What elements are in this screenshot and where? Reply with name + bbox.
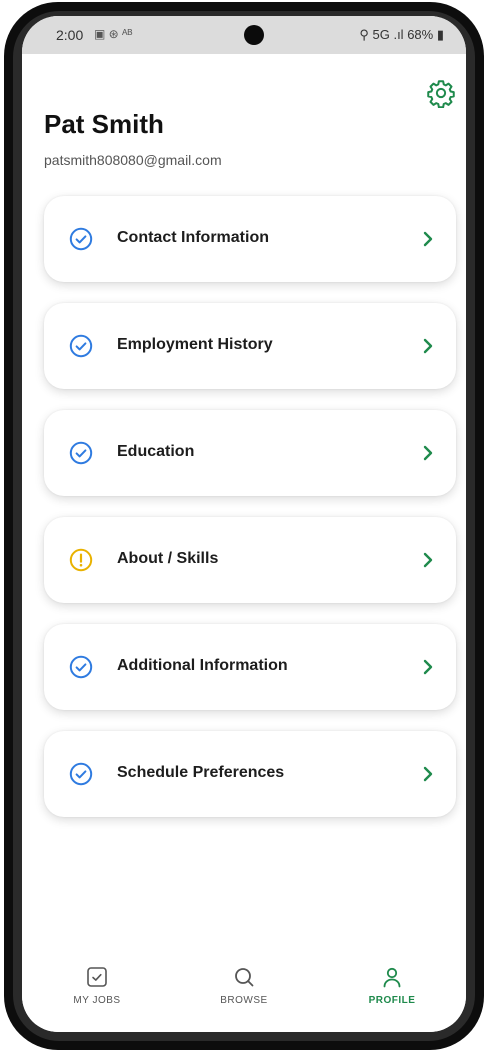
- chevron-right-icon: [423, 231, 433, 247]
- network-label: 5G: [372, 27, 390, 42]
- signal-icon: .ıl: [393, 27, 408, 42]
- search-icon: [235, 968, 254, 987]
- tab-profile[interactable]: PROFILE: [337, 954, 447, 1032]
- check-circle-icon: [69, 441, 93, 465]
- section-card-employment-history[interactable]: Employment History: [44, 303, 456, 389]
- tab-my-jobs[interactable]: MY JOBS: [42, 954, 152, 1032]
- chevron-right-icon: [423, 552, 433, 568]
- section-card-about-skills[interactable]: About / Skills: [44, 517, 456, 603]
- app-screen: 2:00 ▣ ⊛ ᴬᴮ ⚲ 5G .ıl 68% ▮ Pat Smith pat…: [22, 16, 466, 1032]
- status-right: ⚲ 5G .ıl 68% ▮: [359, 27, 444, 43]
- tab-label: BROWSE: [220, 995, 268, 1006]
- section-label: Contact Information: [117, 229, 269, 246]
- section-card-schedule-preferences[interactable]: Schedule Preferences: [44, 731, 456, 817]
- check-circle-icon: [69, 762, 93, 786]
- user-email: patsmith808080@gmail.com: [44, 152, 222, 168]
- section-card-additional-information[interactable]: Additional Information: [44, 624, 456, 710]
- status-notification-icons: ▣ ⊛ ᴬᴮ: [94, 27, 133, 41]
- status-bar: 2:00 ▣ ⊛ ᴬᴮ ⚲ 5G .ıl 68% ▮: [22, 16, 466, 54]
- section-label: About / Skills: [117, 550, 219, 567]
- user-name: Pat Smith: [44, 109, 164, 139]
- check-circle-icon: [69, 655, 93, 679]
- chevron-right-icon: [423, 445, 433, 461]
- section-card-education[interactable]: Education: [44, 410, 456, 496]
- warning-circle-icon: [69, 548, 93, 572]
- person-icon: [383, 967, 401, 988]
- tab-browse[interactable]: BROWSE: [189, 954, 299, 1032]
- status-time: 2:00: [56, 27, 84, 43]
- section-label: Additional Information: [117, 657, 288, 674]
- section-label: Employment History: [117, 336, 273, 353]
- check-circle-icon: [69, 334, 93, 358]
- section-card-contact-information[interactable]: Contact Information: [44, 196, 456, 282]
- battery-label: 68%: [407, 27, 434, 42]
- bottom-tab-bar: MY JOBS BROWSE PROFILE: [22, 954, 466, 1032]
- gear-icon[interactable]: [426, 78, 456, 108]
- chevron-right-icon: [423, 659, 433, 675]
- location-icon: ⚲: [359, 27, 373, 42]
- checkbox-icon: [87, 967, 107, 987]
- camera-cutout: [244, 25, 264, 45]
- battery-icon: ▮: [436, 27, 444, 42]
- tab-label: MY JOBS: [73, 995, 121, 1006]
- chevron-right-icon: [423, 766, 433, 782]
- section-label: Schedule Preferences: [117, 764, 285, 781]
- chevron-right-icon: [423, 338, 433, 354]
- tab-label: PROFILE: [368, 995, 416, 1006]
- check-circle-icon: [69, 227, 93, 251]
- section-label: Education: [117, 443, 195, 460]
